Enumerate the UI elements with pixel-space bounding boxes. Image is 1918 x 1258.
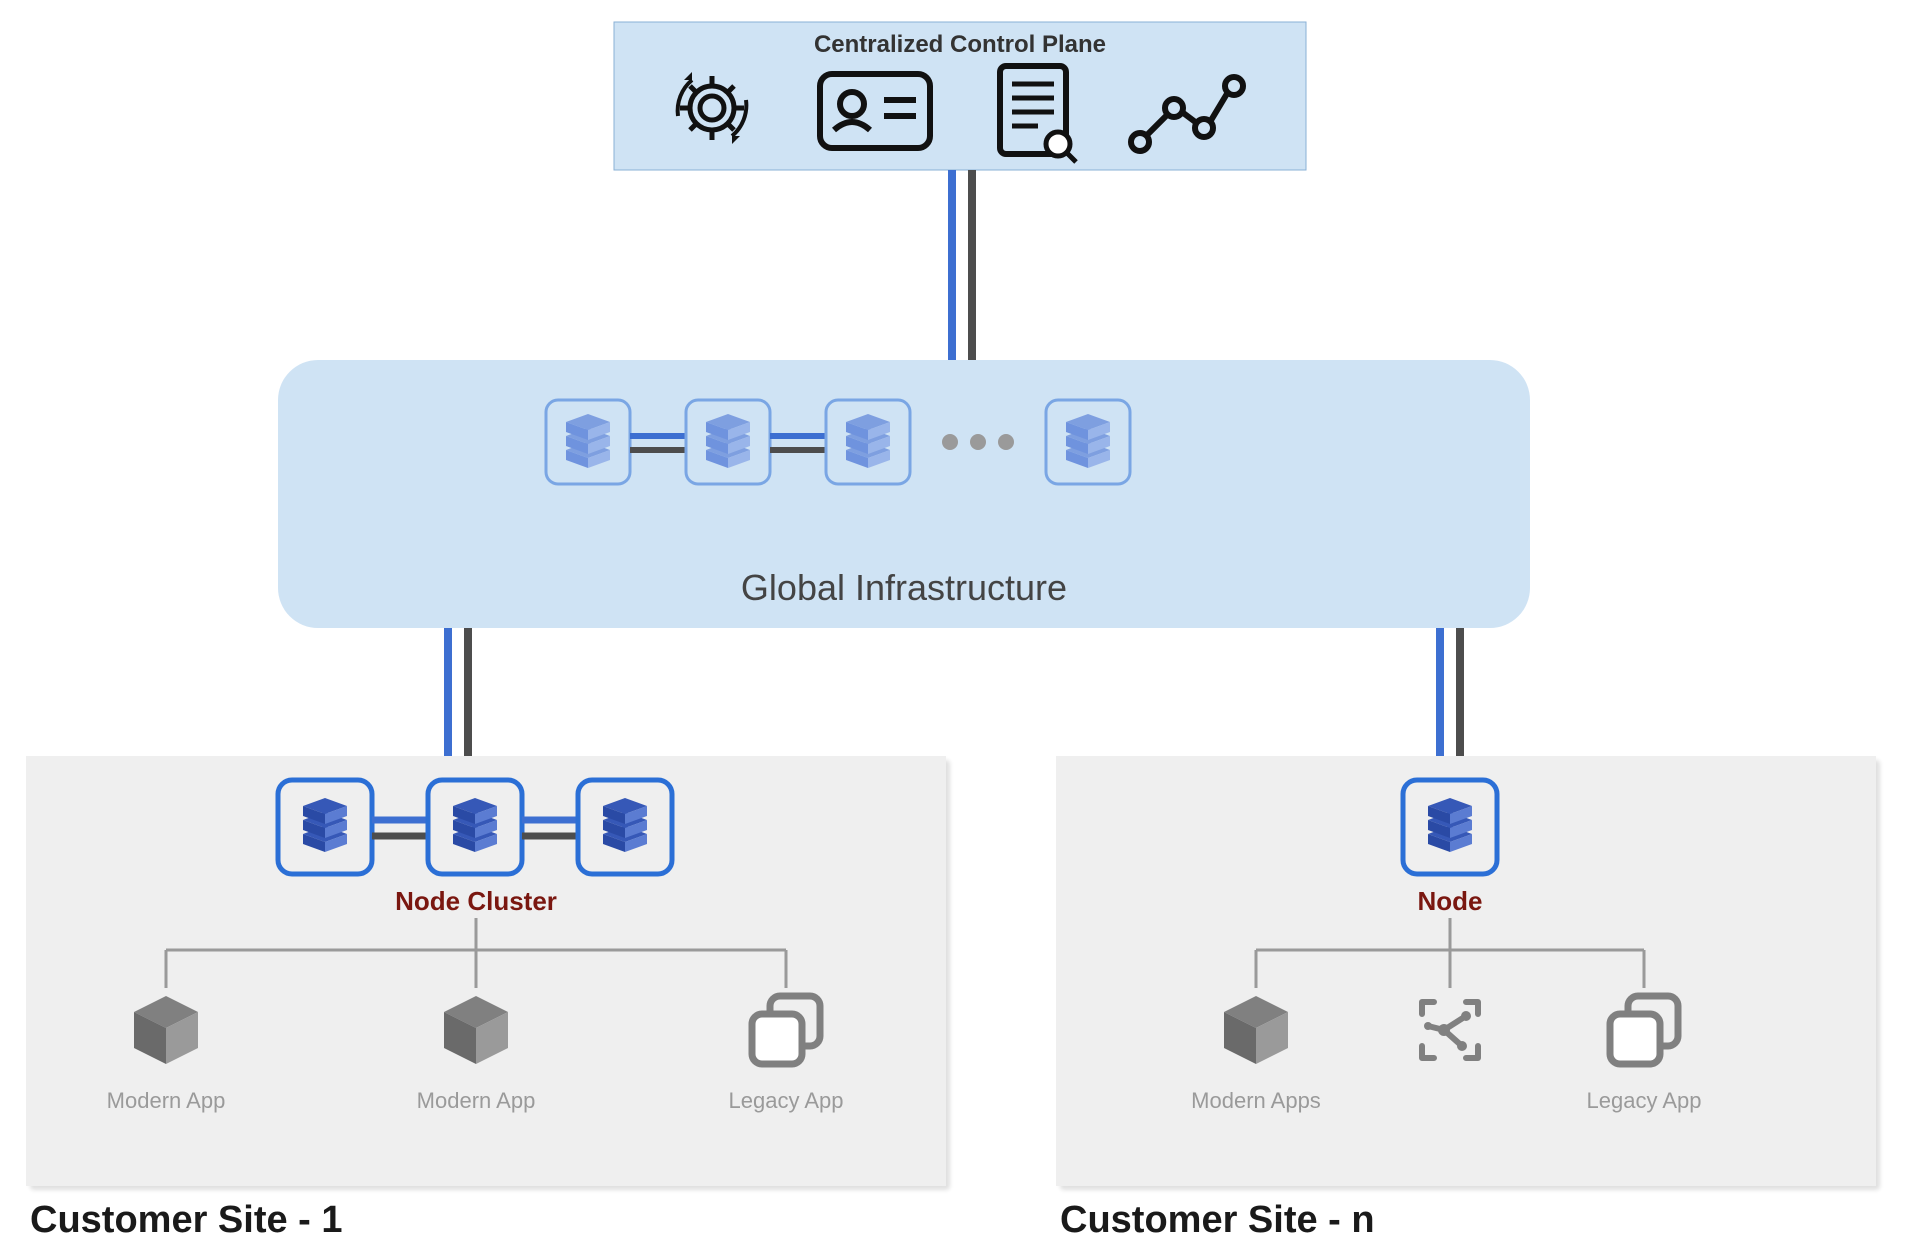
control-plane-panel: Centralized Control Plane — [614, 22, 1306, 170]
link-top — [952, 170, 972, 360]
global-infra-title: Global Infrastructure — [741, 567, 1067, 608]
site1-app-1-label: Modern App — [107, 1088, 226, 1113]
site1-cluster-label: Node Cluster — [395, 886, 557, 916]
site1-app-3-label: Legacy App — [729, 1088, 844, 1113]
link-to-siten — [1440, 628, 1460, 756]
siten-cluster-label: Node — [1418, 886, 1483, 916]
site1-title: Customer Site - 1 — [30, 1199, 343, 1241]
global-infra-panel: Global Infrastructure — [278, 360, 1530, 628]
link-to-site1 — [448, 628, 468, 756]
site1-app-2-label: Modern App — [417, 1088, 536, 1113]
control-plane-title: Centralized Control Plane — [814, 31, 1106, 58]
architecture-diagram: Centralized Control Plane — [0, 0, 1918, 1258]
siten-app-1-label: Modern Apps — [1191, 1088, 1321, 1113]
customer-site-1: Customer Site - 1 Node Cluster Modern Ap… — [26, 756, 946, 1241]
siten-app-3-label: Legacy App — [1587, 1088, 1702, 1113]
ellipsis-icon — [942, 434, 1014, 450]
customer-site-n: Customer Site - n Node Modern Apps Legac… — [1056, 756, 1876, 1241]
siten-title: Customer Site - n — [1060, 1199, 1375, 1241]
